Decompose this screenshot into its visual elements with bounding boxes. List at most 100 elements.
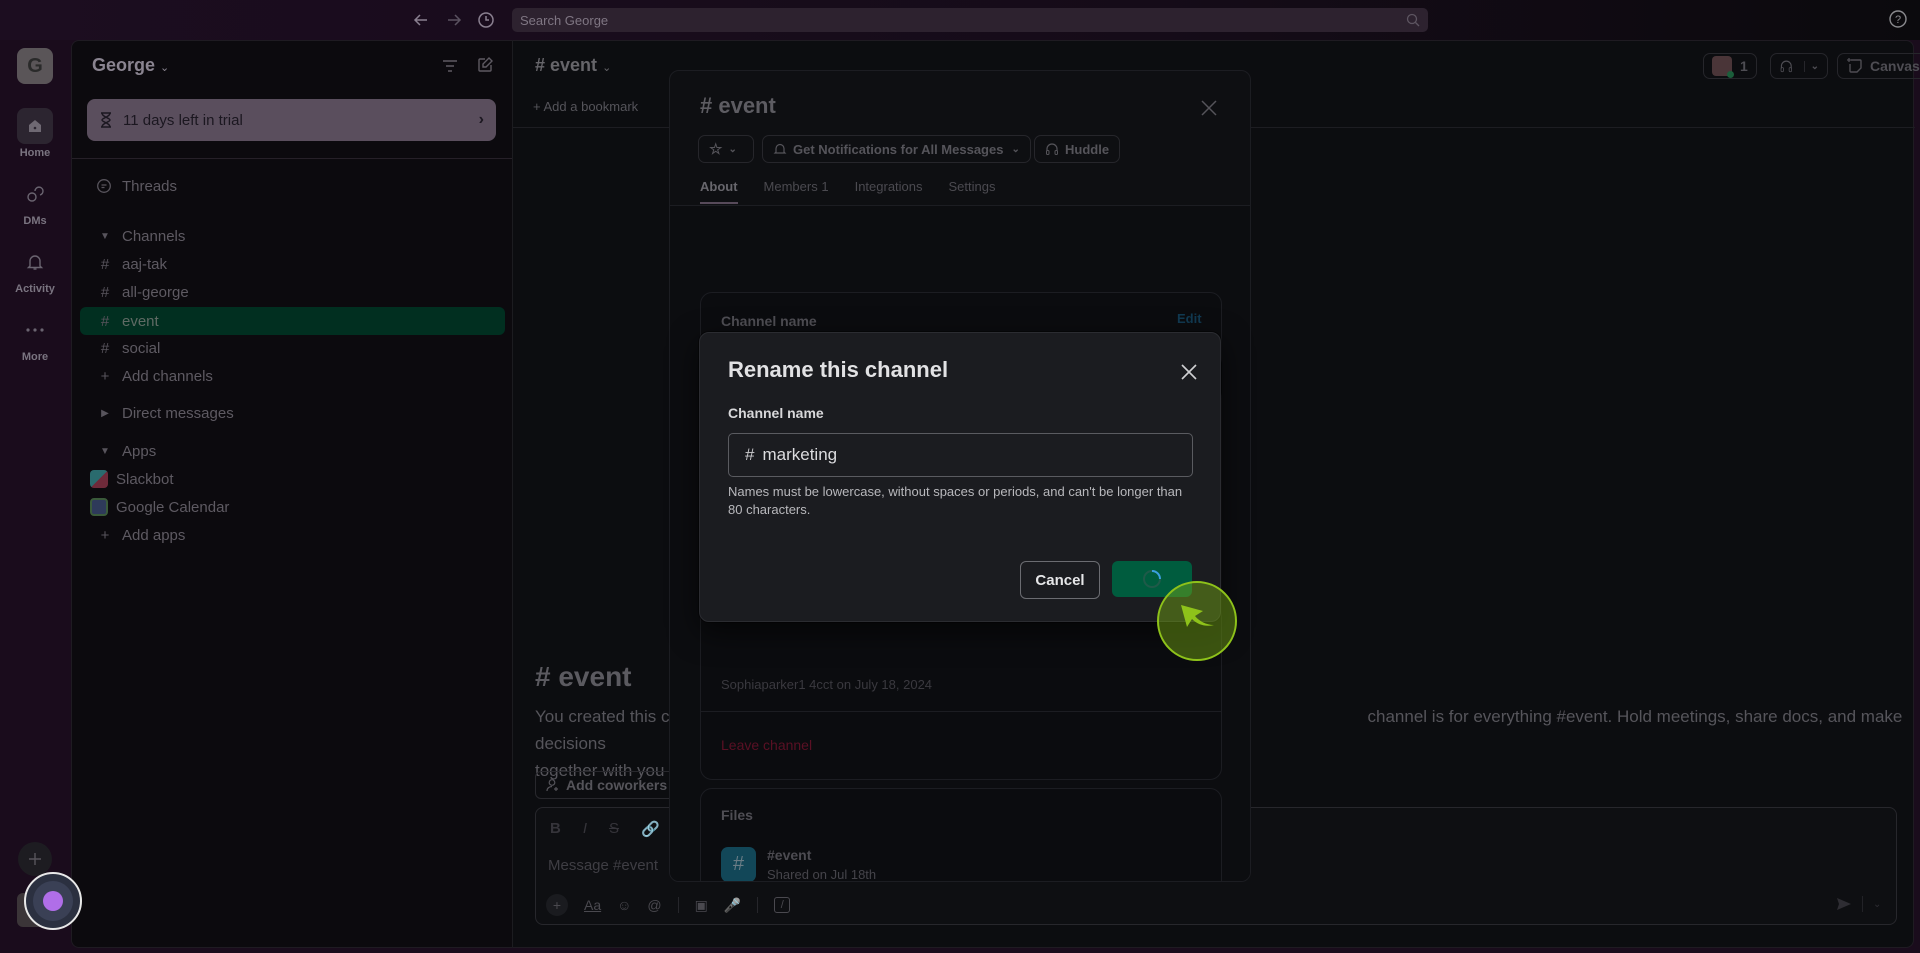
forward-button[interactable] xyxy=(443,9,465,31)
channel-name: event xyxy=(122,312,159,330)
huddle-button[interactable]: ⌄ xyxy=(1770,53,1828,79)
close-modal-button[interactable] xyxy=(1180,363,1202,385)
file-name[interactable]: #event xyxy=(767,847,811,863)
sidebar-item-channel[interactable]: # all-george xyxy=(80,279,505,305)
sidebar-item-channel[interactable]: # aaj-tak xyxy=(80,251,505,277)
panel-title: # event xyxy=(700,93,776,118)
chevron-down-icon[interactable]: ⌄ xyxy=(1873,899,1881,910)
add-coworkers-button[interactable]: Add coworkers xyxy=(535,771,679,799)
plus-icon: + xyxy=(100,526,110,544)
channel-name-label: Channel name xyxy=(721,313,817,329)
rail-item-home[interactable]: Home xyxy=(6,108,64,159)
trial-banner[interactable]: 11 days left in trial › xyxy=(87,99,496,141)
plus-icon: + xyxy=(533,99,544,114)
video-icon[interactable]: ▣ xyxy=(695,897,708,914)
message-input[interactable]: Message #event xyxy=(548,857,658,874)
divider xyxy=(757,897,759,913)
filter-button[interactable] xyxy=(442,59,458,73)
sidebar-item-threads[interactable]: Threads xyxy=(80,173,505,199)
recorder-button[interactable] xyxy=(24,872,82,930)
emoji-icon[interactable]: ☺ xyxy=(617,897,631,913)
sidebar-item-app[interactable]: Slackbot xyxy=(80,466,505,492)
svg-text:?: ? xyxy=(1895,14,1901,26)
tab-settings[interactable]: Settings xyxy=(949,179,996,204)
rail-item-dms[interactable]: DMs xyxy=(6,176,64,227)
send-icon[interactable] xyxy=(1836,897,1852,911)
channel-name-field[interactable]: # xyxy=(728,433,1193,477)
canvas-icon xyxy=(1847,58,1862,73)
history-button[interactable] xyxy=(475,9,497,31)
add-apps-button[interactable]: + Add apps xyxy=(80,522,505,548)
mention-icon[interactable]: @ xyxy=(647,897,661,913)
back-button[interactable] xyxy=(410,9,432,31)
notifications-button[interactable]: Get Notifications for All Messages ⌄ xyxy=(762,135,1031,163)
channel-title-button[interactable]: # event ⌄ xyxy=(535,55,611,76)
edit-channel-name-link[interactable]: Edit xyxy=(1177,311,1202,326)
add-channels-label: Add channels xyxy=(122,367,213,385)
rail-label-activity: Activity xyxy=(15,283,55,295)
chevron-down-icon: ⌄ xyxy=(728,143,737,155)
add-channels-button[interactable]: + Add channels xyxy=(80,363,505,389)
apps-section-toggle[interactable]: ▼ Apps xyxy=(80,438,505,464)
sidebar-item-channel[interactable]: # social xyxy=(80,335,505,361)
compose-button[interactable] xyxy=(476,56,494,74)
formatting-toolbar: B I S 🔗 xyxy=(550,820,660,838)
italic-icon[interactable]: I xyxy=(583,820,587,838)
leave-channel-link[interactable]: Leave channel xyxy=(721,737,812,753)
clock-icon xyxy=(478,12,494,28)
app-name: Slackbot xyxy=(116,470,174,488)
filter-icon xyxy=(443,60,457,72)
hash-icon: # xyxy=(100,255,110,273)
rail-item-more[interactable]: More xyxy=(6,312,64,363)
sidebar: George ⌄ 11 days left in trial › Threads… xyxy=(71,40,513,948)
search-icon xyxy=(1406,13,1420,27)
headphones-icon xyxy=(1046,143,1058,155)
shortcuts-icon[interactable]: / xyxy=(774,897,791,913)
search-placeholder: Search George xyxy=(520,12,609,28)
star-icon: ☆ xyxy=(709,141,723,158)
files-card: Files # #event Shared on Jul 18th xyxy=(700,788,1222,881)
members-button[interactable]: 1 xyxy=(1703,53,1757,79)
search-input[interactable]: Search George xyxy=(512,8,1428,32)
rail-item-activity[interactable]: Activity xyxy=(6,244,64,295)
workspace-switcher[interactable]: G xyxy=(17,48,53,84)
add-workspace-button[interactable] xyxy=(18,842,52,876)
attach-plus-icon[interactable]: + xyxy=(546,894,568,916)
tab-members[interactable]: Members 1 xyxy=(764,179,829,204)
panel-tabs: About Members 1 Integrations Settings xyxy=(700,179,996,204)
huddle-button[interactable]: Huddle xyxy=(1034,135,1121,163)
add-bookmark-button[interactable]: + Add a bookmark xyxy=(533,99,638,114)
text-format-icon[interactable]: Aa xyxy=(584,897,601,913)
app-name: Google Calendar xyxy=(116,498,230,516)
cancel-button[interactable]: Cancel xyxy=(1020,561,1100,599)
dm-section-toggle[interactable]: ▶ Direct messages xyxy=(80,400,505,426)
close-panel-button[interactable] xyxy=(1200,99,1220,119)
link-icon[interactable]: 🔗 xyxy=(641,820,660,838)
tab-about[interactable]: About xyxy=(700,179,738,204)
apps-header: Apps xyxy=(122,442,157,460)
dms-icon xyxy=(17,176,53,212)
add-bookmark-label: Add a bookmark xyxy=(543,99,639,114)
help-button[interactable]: ? xyxy=(1888,9,1910,31)
more-icon xyxy=(17,312,53,348)
divider xyxy=(72,158,513,159)
chevron-down-icon: ⌄ xyxy=(602,62,612,74)
tab-integrations[interactable]: Integrations xyxy=(855,179,923,204)
channels-section-toggle[interactable]: ▼ Channels xyxy=(80,223,505,249)
chevron-down-icon[interactable]: ⌄ xyxy=(1803,60,1819,72)
divider xyxy=(677,897,679,913)
microphone-icon[interactable]: 🎤 xyxy=(724,897,741,914)
sidebar-item-app[interactable]: Google Calendar xyxy=(80,494,505,520)
sidebar-item-channel-active[interactable]: # event xyxy=(80,307,505,335)
hourglass-icon xyxy=(101,112,111,128)
canvas-button[interactable]: Canvas xyxy=(1837,53,1920,79)
strikethrough-icon[interactable]: S xyxy=(609,820,619,838)
channel-name: social xyxy=(122,339,161,357)
star-button[interactable]: ☆ ⌄ xyxy=(698,135,754,163)
bold-icon[interactable]: B xyxy=(550,820,561,838)
channel-name-input[interactable] xyxy=(762,445,1163,465)
hash-icon: # xyxy=(745,445,755,464)
channel-name-hint: Names must be lowercase, without spaces … xyxy=(728,484,1183,517)
canvas-label: Canvas xyxy=(1870,58,1920,74)
workspace-name-button[interactable]: George ⌄ xyxy=(92,55,169,76)
